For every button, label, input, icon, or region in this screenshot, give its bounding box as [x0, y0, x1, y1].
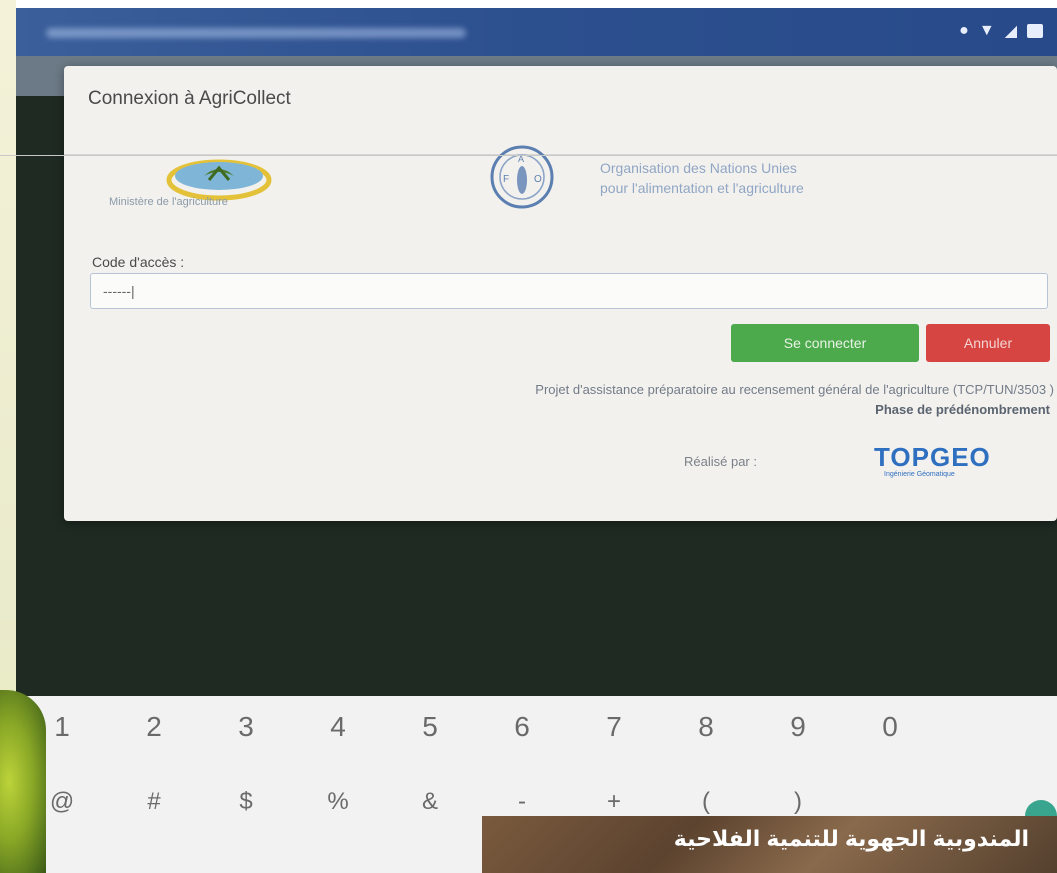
symbol-row: @ # $ % & - + ( ): [16, 788, 1057, 816]
key-6[interactable]: 6: [476, 711, 568, 743]
status-icons: ● ▼ ◢: [959, 21, 1043, 41]
signal-icon: ◢: [1004, 23, 1017, 40]
key-0[interactable]: 0: [844, 711, 936, 743]
leaf-decor: [0, 690, 46, 873]
key-minus[interactable]: -: [476, 788, 568, 816]
key-7[interactable]: 7: [568, 711, 660, 743]
location-icon: ●: [959, 22, 969, 39]
cancel-button[interactable]: Annuler: [926, 324, 1050, 362]
ministry-caption: Ministère de l'agriculture: [109, 196, 228, 208]
key-close-paren[interactable]: ): [752, 788, 844, 816]
phase-label: Phase de prédénombrement: [875, 402, 1050, 417]
wifi-icon: ▼: [978, 22, 995, 39]
banner-text: المندوبية الجهوية للتنمية الفلاحية: [673, 826, 1029, 851]
fao-line1: Organisation des Nations Unies: [600, 160, 797, 176]
number-row: 1 2 3 4 5 6 7 8 9 0: [16, 711, 1057, 743]
svg-text:F: F: [503, 174, 509, 185]
horizontal-rule: [0, 155, 1057, 156]
realise-label: Réalisé par :: [684, 454, 757, 469]
key-ampersand[interactable]: &: [384, 788, 476, 816]
login-dialog: Connexion à AgriCollect Ministère de l'a…: [64, 66, 1057, 521]
key-open-paren[interactable]: (: [660, 788, 752, 816]
topgeo-logo: TOPGEO: [874, 442, 991, 472]
device-screen: ● ▼ ◢ Connexion à AgriCollect Ministère …: [16, 8, 1057, 873]
topgeo-tagline: Ingénierie Géomatique: [884, 471, 955, 478]
battery-icon: [1027, 24, 1043, 38]
project-description: Projet d'assistance préparatoire au rece…: [535, 382, 1054, 397]
fao-logo: F O A: [490, 145, 554, 209]
fao-line2: pour l'alimentation et l'agriculture: [600, 180, 804, 196]
key-2[interactable]: 2: [108, 711, 200, 743]
key-plus[interactable]: +: [568, 788, 660, 816]
notification-area: [46, 28, 466, 38]
fao-text: Organisation des Nations Unies pour l'al…: [600, 158, 804, 198]
key-percent[interactable]: %: [292, 788, 384, 816]
status-bar: ● ▼ ◢: [16, 8, 1057, 56]
key-hash[interactable]: #: [108, 788, 200, 816]
code-label: Code d'accès :: [92, 254, 185, 270]
dialog-title: Connexion à AgriCollect: [88, 88, 291, 109]
key-dollar[interactable]: $: [200, 788, 292, 816]
ministry-logo: [166, 159, 272, 201]
svg-text:O: O: [534, 174, 542, 185]
key-3[interactable]: 3: [200, 711, 292, 743]
arabic-banner: المندوبية الجهوية للتنمية الفلاحية: [482, 816, 1057, 873]
access-code-input[interactable]: [90, 273, 1048, 309]
key-8[interactable]: 8: [660, 711, 752, 743]
key-9[interactable]: 9: [752, 711, 844, 743]
connect-button[interactable]: Se connecter: [731, 324, 919, 362]
key-4[interactable]: 4: [292, 711, 384, 743]
key-5[interactable]: 5: [384, 711, 476, 743]
